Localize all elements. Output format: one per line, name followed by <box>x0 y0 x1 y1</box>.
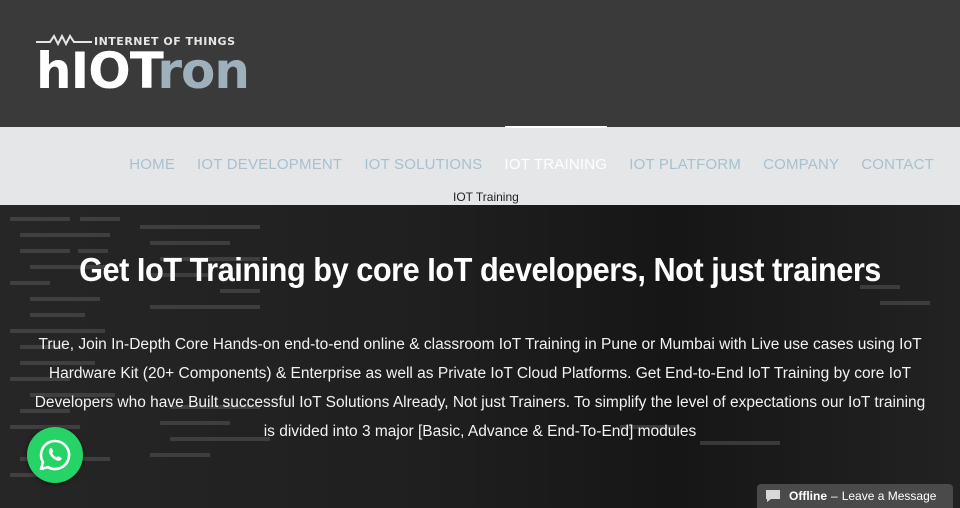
hero-title: Get IoT Training by core IoT developers,… <box>79 251 881 288</box>
whatsapp-icon <box>39 439 71 471</box>
submenu-iot-training[interactable]: IOT Training <box>453 190 519 204</box>
chat-action-label: Leave a Message <box>841 489 937 503</box>
nav-iot-solutions[interactable]: IOT SOLUTIONS <box>364 156 482 173</box>
nav-company[interactable]: COMPANY <box>763 156 839 173</box>
nav-home[interactable]: HOME <box>129 156 175 173</box>
chat-status: Offline <box>789 489 827 503</box>
chat-bubble-icon <box>766 490 780 502</box>
whatsapp-button[interactable] <box>27 427 83 483</box>
logo-word-b: ron <box>157 42 250 100</box>
logo-wordmark: hIOTron <box>36 42 250 100</box>
hero-section: Get IoT Training by core IoT developers,… <box>0 205 960 508</box>
nav-iot-platform[interactable]: IOT PLATFORM <box>629 156 741 173</box>
hero-description: True, Join In-Depth Core Hands-on end-to… <box>34 336 926 440</box>
site-header: INTERNET OF THINGS hIOTron <box>0 0 960 127</box>
chat-separator: – <box>831 489 838 503</box>
live-chat-widget[interactable]: Offline – Leave a Message <box>757 484 953 508</box>
nav-iot-training[interactable]: IOT TRAINING <box>504 126 608 173</box>
nav-iot-development[interactable]: IOT DEVELOPMENT <box>197 156 342 173</box>
hiotron-logo[interactable]: INTERNET OF THINGS hIOTron <box>36 32 250 102</box>
main-nav: HOME IOT DEVELOPMENT IOT SOLUTIONS IOT T… <box>129 126 934 173</box>
logo-word-a: hIOT <box>36 42 158 100</box>
nav-contact[interactable]: CONTACT <box>861 156 934 173</box>
